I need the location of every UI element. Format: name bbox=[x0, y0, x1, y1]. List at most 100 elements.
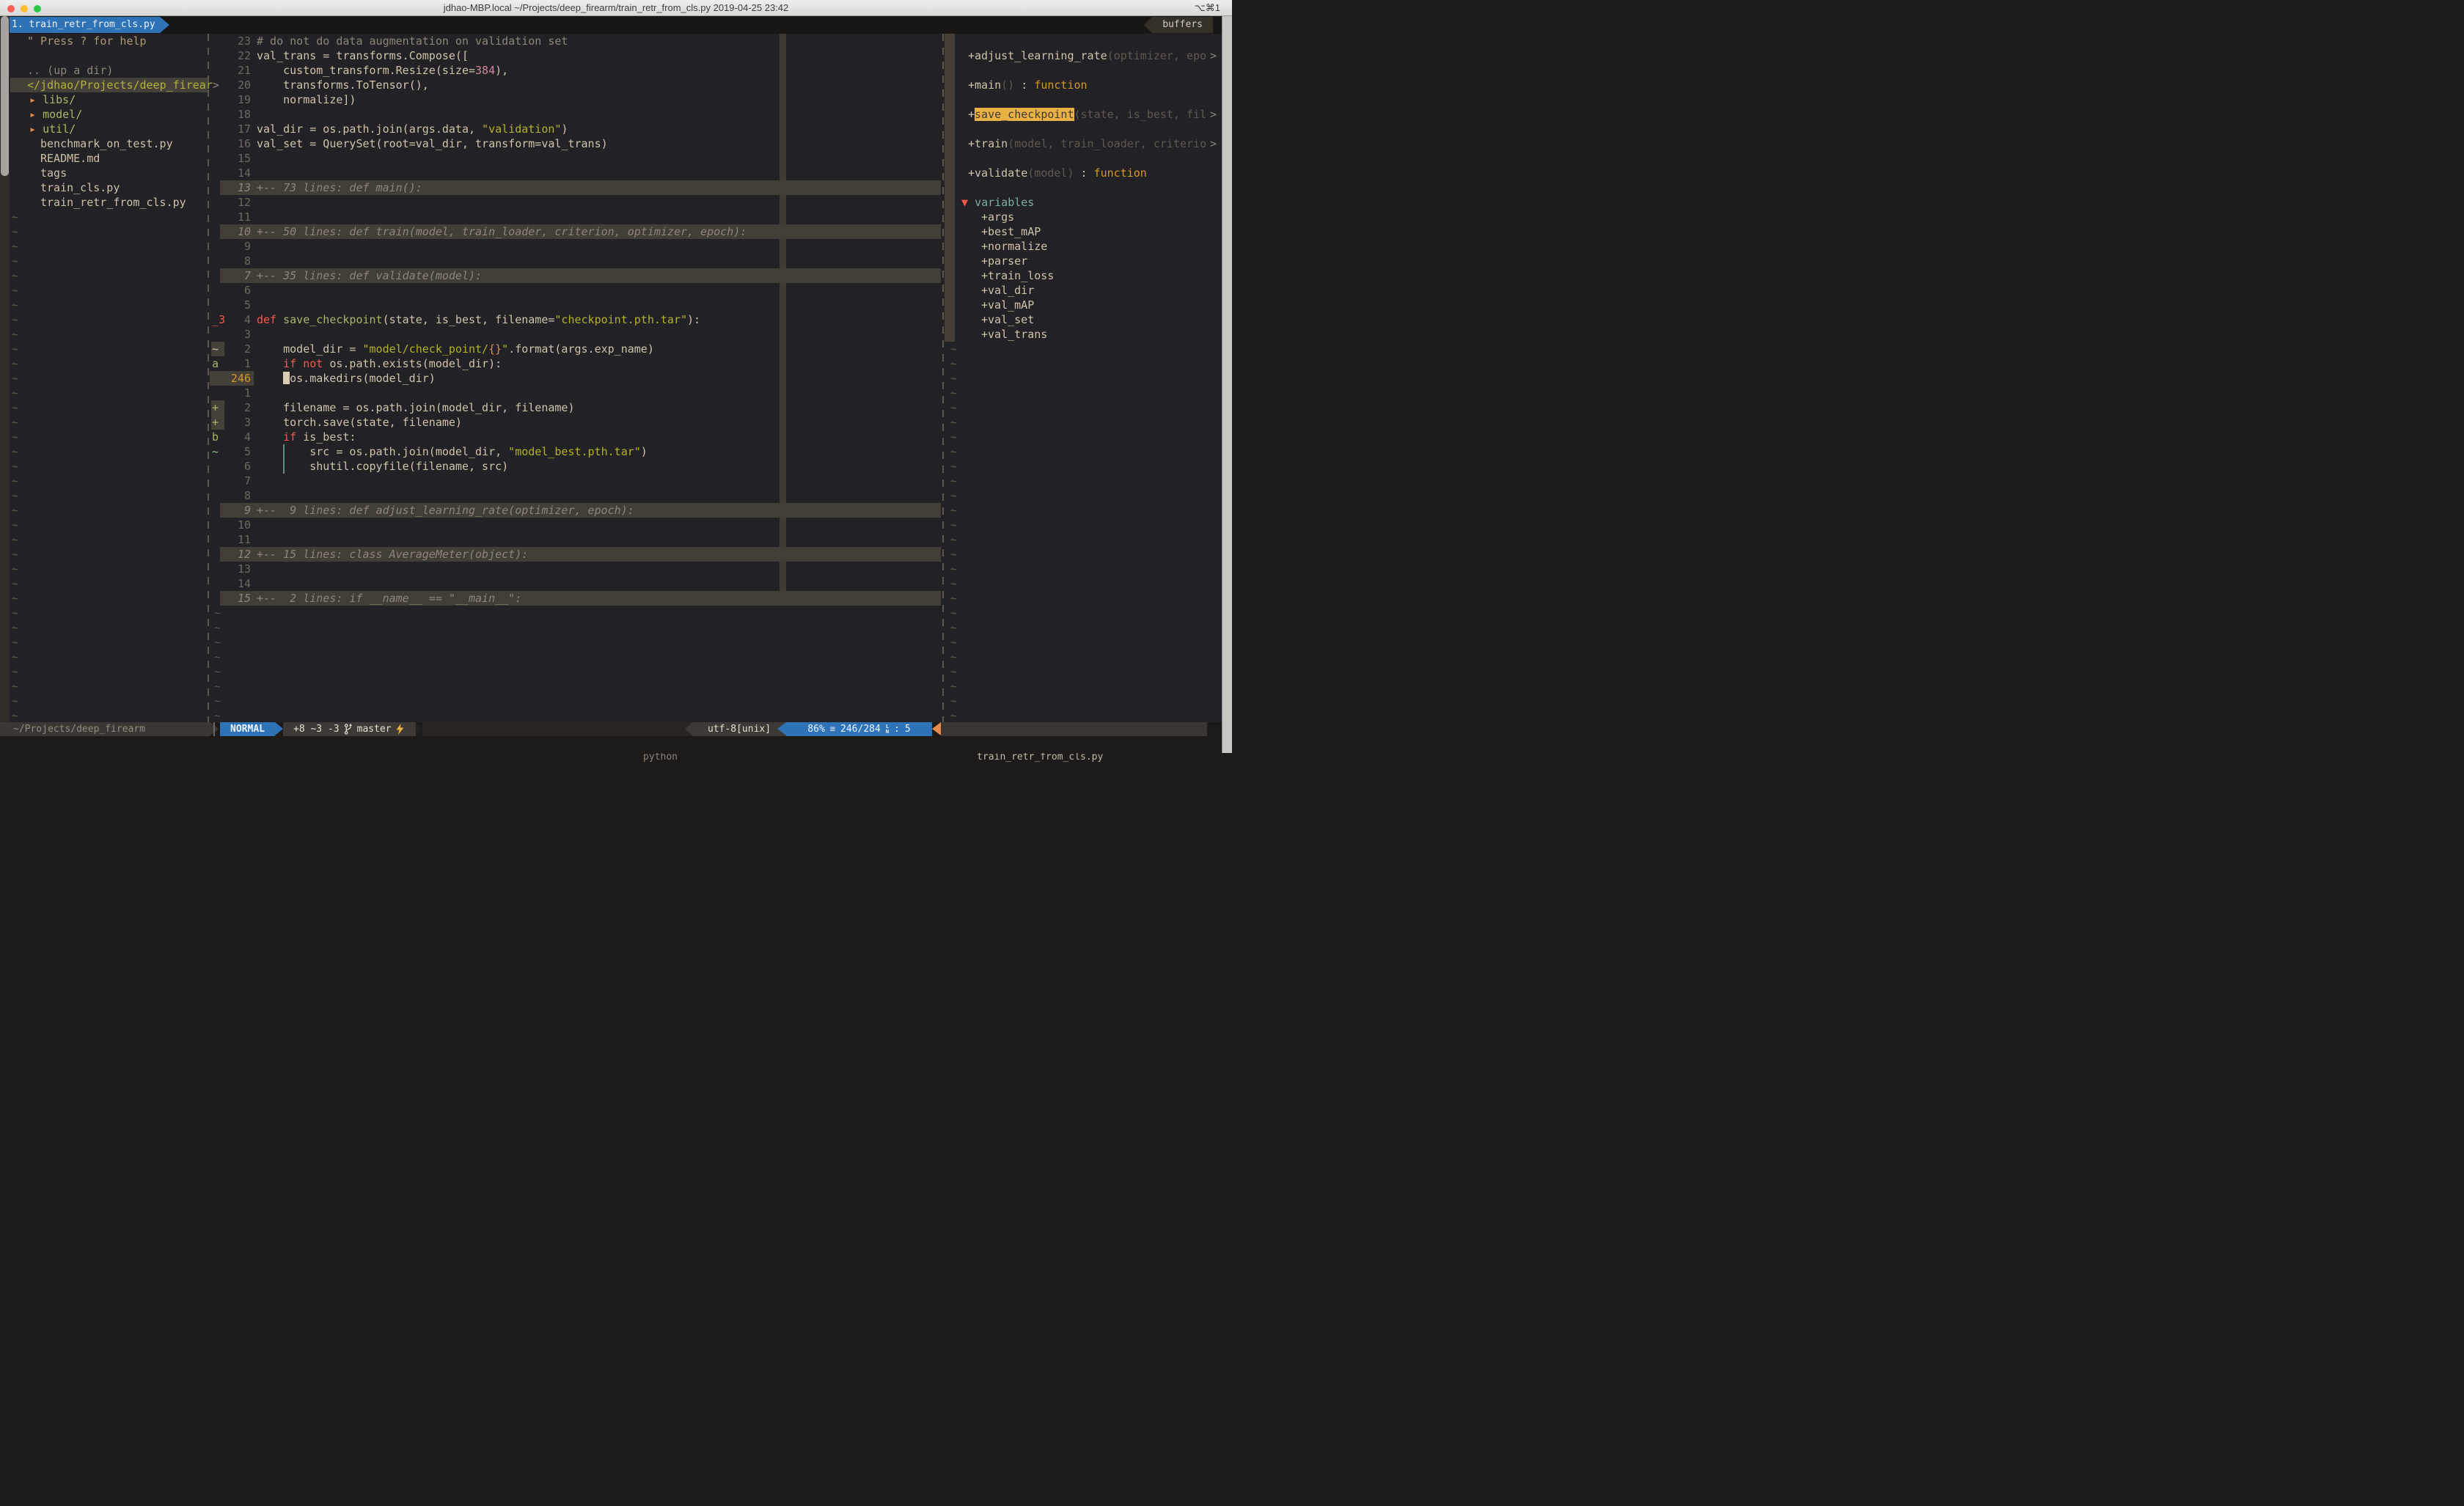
text-token: os.makedirs(model_dir) bbox=[290, 372, 436, 385]
tag-item[interactable]: +train(model, train_loader, criterio> bbox=[945, 136, 1223, 151]
code-line[interactable]: 6 shutil.copyfile(filename, src) bbox=[210, 459, 941, 474]
tag-item[interactable]: +parser bbox=[945, 254, 1223, 268]
code-line[interactable]: 15 bbox=[210, 151, 941, 166]
tag-item[interactable]: +val_trans bbox=[945, 327, 1223, 342]
code-line[interactable]: 23# do not do data augmentation on valid… bbox=[210, 34, 941, 48]
column-number: 5 bbox=[905, 722, 911, 736]
folded-region[interactable]: 15+-- 2 lines: if __name__ == "__main__"… bbox=[210, 591, 941, 606]
folded-region[interactable]: 13+-- 73 lines: def main(): bbox=[210, 180, 941, 195]
empty-line-tilde: ~ bbox=[10, 562, 208, 576]
left-scrollbar[interactable] bbox=[0, 16, 10, 722]
buffers-label[interactable]: buffers bbox=[1152, 17, 1213, 33]
tree-item[interactable]: </jdhao/Projects/deep_firear> bbox=[10, 78, 208, 92]
code-line[interactable]: ~5 src = os.path.join(model_dir, "model_… bbox=[210, 444, 941, 459]
folded-region[interactable]: 10+-- 50 lines: def train(model, train_l… bbox=[210, 224, 941, 239]
code-line[interactable]: 16val_set = QuerySet(root=val_dir, trans… bbox=[210, 136, 941, 151]
text-token: {} bbox=[488, 342, 502, 356]
text-token: (optimizer, epo bbox=[1107, 49, 1206, 62]
tree-item[interactable]: ▸ util/ bbox=[10, 122, 208, 136]
code-line[interactable]: 14 bbox=[210, 166, 941, 180]
code-line[interactable]: 8 bbox=[210, 488, 941, 503]
left-scrollbar-thumb[interactable] bbox=[1, 16, 9, 176]
window-separator-left[interactable] bbox=[208, 34, 209, 722]
code-line[interactable]: 20 transforms.ToTensor(), bbox=[210, 78, 941, 92]
tag-item[interactable]: +val_dir bbox=[945, 283, 1223, 298]
code-line[interactable]: +3 torch.save(state, filename) bbox=[210, 415, 941, 430]
line-number: 1 bbox=[220, 386, 251, 400]
tag-item[interactable]: +train_loss bbox=[945, 268, 1223, 283]
tag-item[interactable]: +main() : function bbox=[945, 78, 1223, 92]
tagbar-panel[interactable]: +adjust_learning_rate(optimizer, epo> +ma… bbox=[945, 34, 1223, 722]
code-line[interactable]: 1 bbox=[210, 386, 941, 400]
tag-item[interactable]: +val_set bbox=[945, 312, 1223, 327]
code-line[interactable]: 9 bbox=[210, 239, 941, 254]
tree-item[interactable]: benchmark_on_test.py bbox=[10, 136, 208, 151]
code-line[interactable]: 6 bbox=[210, 283, 941, 298]
tab-train-retr-from-cls[interactable]: 1. train_retr_from_cls.py bbox=[3, 17, 160, 33]
nerdtree-panel[interactable]: " Press ? for help .. (up a dir)</jdhao/P… bbox=[10, 34, 208, 722]
empty-line-tilde: ~ bbox=[945, 708, 1223, 723]
code-line[interactable]: 21 custom_transform.Resize(size=384), bbox=[210, 63, 941, 78]
truncation-mark: > bbox=[1210, 136, 1217, 151]
code-line[interactable]: 18 bbox=[210, 107, 941, 122]
tag-item[interactable]: +normalize bbox=[945, 239, 1223, 254]
folded-region[interactable]: 9+-- 9 lines: def adjust_learning_rate(o… bbox=[210, 503, 941, 518]
code-line[interactable]: 17val_dir = os.path.join(args.data, "val… bbox=[210, 122, 941, 136]
empty-line-tilde: ~ bbox=[10, 444, 208, 459]
fold-text: +-- 35 lines: def validate(model): bbox=[257, 268, 482, 283]
code-line[interactable]: 246 os.makedirs(model_dir) bbox=[210, 371, 941, 386]
window-separator-right[interactable] bbox=[942, 34, 944, 722]
tag-item[interactable]: ▼ variables bbox=[945, 195, 1223, 210]
code-line[interactable]: 10 bbox=[210, 518, 941, 532]
text-token: (model, train_loader, criterio bbox=[1008, 137, 1206, 150]
code-line[interactable]: 22val_trans = transforms.Compose([ bbox=[210, 48, 941, 63]
code-line[interactable]: 13 bbox=[210, 562, 941, 576]
tag-item[interactable]: +args bbox=[945, 210, 1223, 224]
empty-line-tilde: ~ bbox=[10, 430, 208, 444]
code-line[interactable]: 5 bbox=[210, 298, 941, 312]
code-line[interactable]: ~2 model_dir = "model/check_point/{}".fo… bbox=[210, 342, 941, 356]
tree-item[interactable]: .. (up a dir) bbox=[10, 63, 208, 78]
code-line[interactable]: _34def save_checkpoint(state, is_best, f… bbox=[210, 312, 941, 327]
fold-text: +-- 73 lines: def main(): bbox=[257, 180, 422, 195]
line-number: 15 bbox=[220, 151, 251, 166]
editor-panel[interactable]: 23# do not do data augmentation on valid… bbox=[210, 34, 941, 722]
tag-item[interactable]: +validate(model) : function bbox=[945, 166, 1223, 180]
code-line[interactable]: 7 bbox=[210, 474, 941, 488]
empty-line-tilde: ~ bbox=[10, 224, 208, 239]
code-line[interactable]: 12 bbox=[210, 195, 941, 210]
code-line[interactable]: 14 bbox=[210, 576, 941, 591]
right-scrollbar[interactable] bbox=[1222, 16, 1232, 753]
code-line[interactable]: b4 if is_best: bbox=[210, 430, 941, 444]
vim-command-line[interactable] bbox=[0, 736, 1232, 753]
folded-region[interactable]: 12+-- 15 lines: class AverageMeter(objec… bbox=[210, 547, 941, 562]
tag-item[interactable]: +best_mAP bbox=[945, 224, 1223, 239]
vim-tabline: 1. train_retr_from_cls.py buffers bbox=[0, 16, 1232, 34]
tag-item[interactable]: +adjust_learning_rate(optimizer, epo> bbox=[945, 48, 1223, 63]
tree-item[interactable]: train_retr_from_cls.py bbox=[10, 195, 208, 210]
line-number: 18 bbox=[220, 107, 251, 122]
empty-line-tilde: ~ bbox=[10, 459, 208, 474]
fold-text: +-- 9 lines: def adjust_learning_rate(op… bbox=[257, 503, 634, 518]
empty-line-tilde: ~ bbox=[210, 620, 941, 635]
tree-item[interactable]: train_cls.py bbox=[10, 180, 208, 195]
tag-item[interactable]: +save_checkpoint(state, is_best, fil> bbox=[945, 107, 1223, 122]
code-line[interactable]: a1 if not os.path.exists(model_dir): bbox=[210, 356, 941, 371]
code-line[interactable]: 3 bbox=[210, 327, 941, 342]
tree-item[interactable]: ▸ libs/ bbox=[10, 92, 208, 107]
text-token: +val_mAP bbox=[981, 298, 1034, 312]
tree-item[interactable]: tags bbox=[10, 166, 208, 180]
empty-line-tilde: ~ bbox=[10, 474, 208, 488]
tree-item[interactable]: README.md bbox=[10, 151, 208, 166]
text-token: "model_best.pth.tar" bbox=[508, 445, 641, 458]
code-line[interactable]: +2 filename = os.path.join(model_dir, fi… bbox=[210, 400, 941, 415]
tag-item[interactable]: +val_mAP bbox=[945, 298, 1223, 312]
code-line[interactable]: 11 bbox=[210, 210, 941, 224]
tree-item[interactable]: ▸ model/ bbox=[10, 107, 208, 122]
code-line[interactable]: 11 bbox=[210, 532, 941, 547]
code-line[interactable]: 19 normalize]) bbox=[210, 92, 941, 107]
text-token: val_set = QuerySet(root=val_dir, transfo… bbox=[257, 137, 608, 150]
folded-region[interactable]: 7+-- 35 lines: def validate(model): bbox=[210, 268, 941, 283]
code-line[interactable]: 8 bbox=[210, 254, 941, 268]
tree-item[interactable]: " Press ? for help bbox=[10, 34, 208, 48]
